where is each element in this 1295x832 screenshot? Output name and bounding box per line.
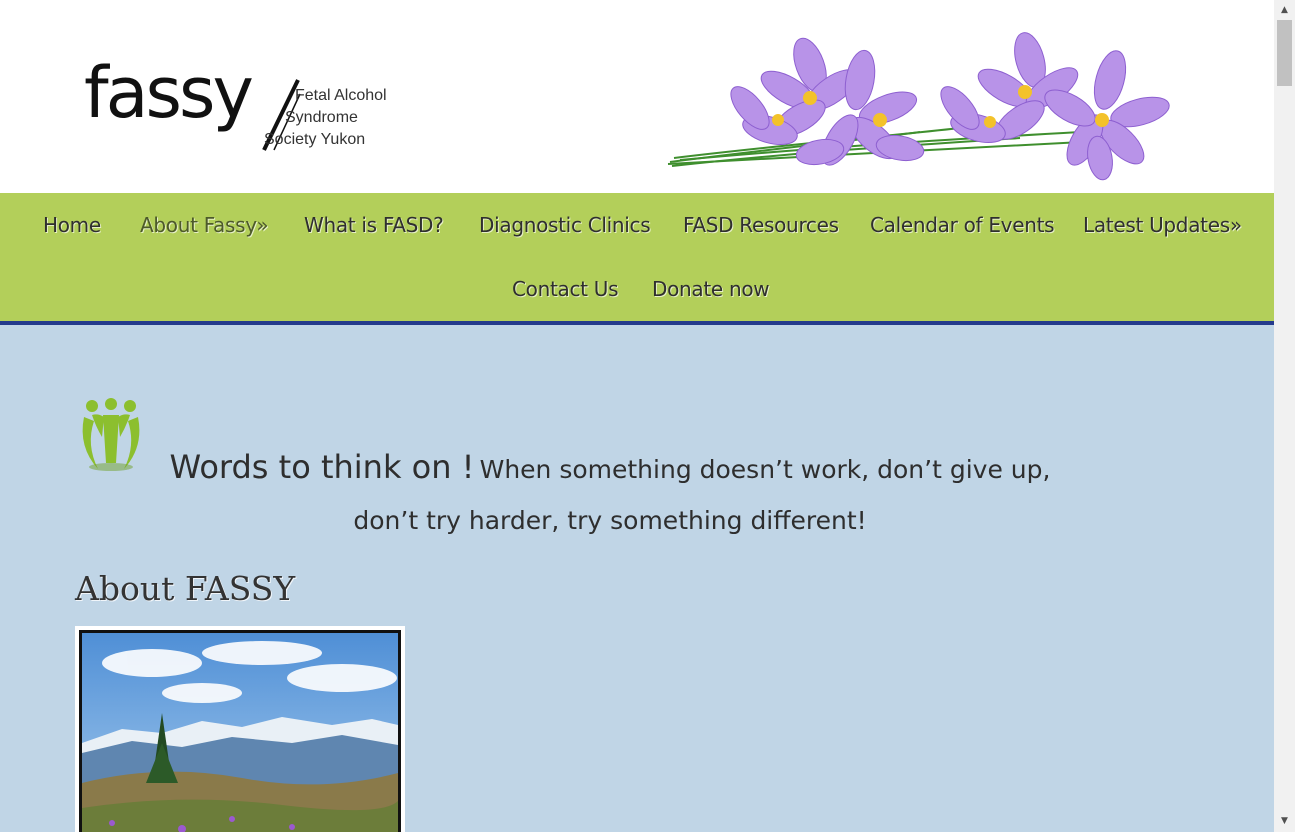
scroll-up-arrow-icon[interactable]: ▲: [1274, 2, 1295, 19]
main-content: Words to think on ! When something doesn…: [0, 325, 1274, 832]
scroll-down-arrow-icon[interactable]: ▼: [1274, 813, 1295, 830]
crocus-flowers-banner: [667, 32, 1170, 181]
logo-tagline-line-2: Syndrome: [285, 109, 358, 126]
people-group-icon: [82, 398, 140, 471]
about-photo: [75, 626, 405, 832]
vertical-scrollbar[interactable]: ▲ ▼: [1274, 0, 1295, 832]
about-heading: About FASSY: [75, 569, 296, 608]
site-logo[interactable]: fassy Fetal Alcohol Syndrome Society Yuk…: [84, 58, 404, 158]
nav-item-fasd-resources[interactable]: FASD Resources: [683, 213, 839, 237]
page: fassy Fetal Alcohol Syndrome Society Yuk…: [0, 0, 1274, 832]
main-navigation: Home About Fassy» What is FASD? Diagnost…: [0, 193, 1274, 325]
logo-tagline-line-1: Fetal Alcohol: [295, 87, 387, 104]
scrollbar-thumb[interactable]: [1277, 20, 1292, 86]
logo-word: fassy: [84, 52, 254, 134]
nav-item-what-is-fasd[interactable]: What is FASD?: [304, 213, 444, 237]
nav-item-home[interactable]: Home: [43, 213, 101, 237]
logo-tagline-line-3: Society Yukon: [264, 131, 366, 148]
featured-quote: Words to think on ! When something doesn…: [150, 443, 1070, 548]
nav-item-donate-now[interactable]: Donate now: [652, 277, 770, 301]
nav-item-latest-updates[interactable]: Latest Updates»: [1083, 213, 1242, 237]
quote-title: Words to think on !: [169, 448, 475, 486]
mountain-landscape-image: [82, 633, 398, 832]
nav-item-calendar-of-events[interactable]: Calendar of Events: [870, 213, 1055, 237]
nav-item-about-fassy[interactable]: About Fassy»: [140, 213, 269, 237]
nav-item-contact-us[interactable]: Contact Us: [512, 277, 619, 301]
nav-item-diagnostic-clinics[interactable]: Diagnostic Clinics: [479, 213, 651, 237]
site-header: fassy Fetal Alcohol Syndrome Society Yuk…: [0, 0, 1274, 193]
